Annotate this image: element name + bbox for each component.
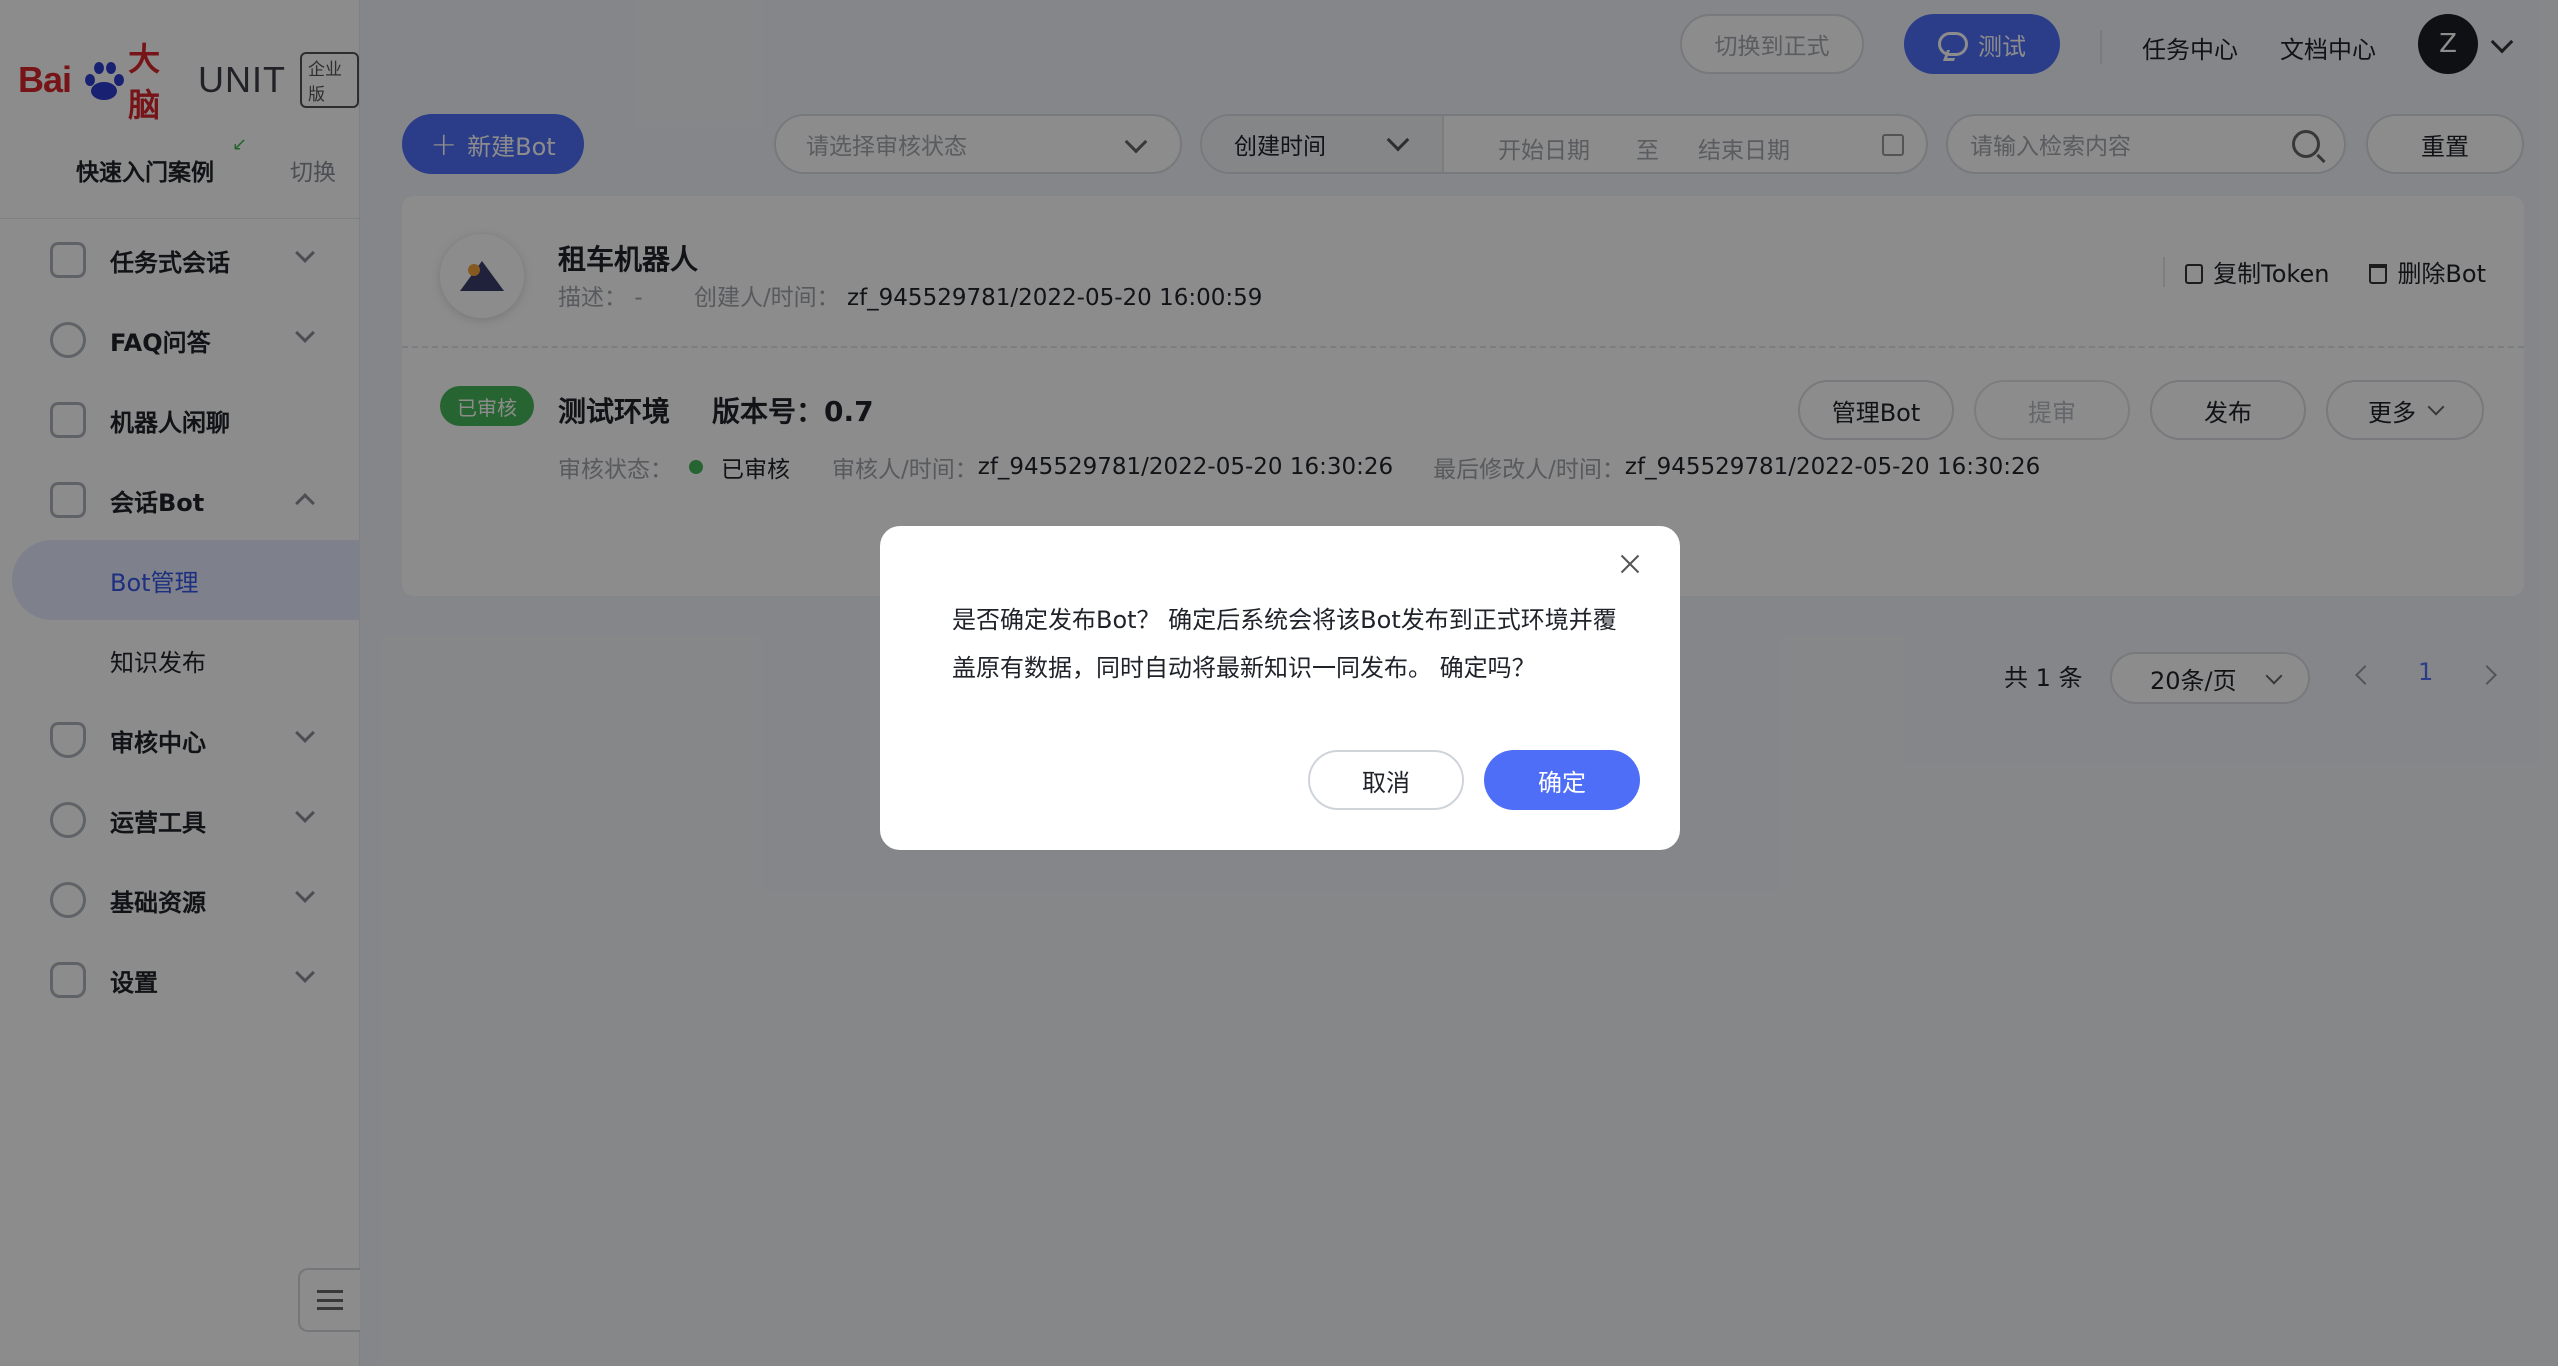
cancel-button[interactable]: 取消 (1308, 750, 1464, 810)
dialog-message: 是否确定发布Bot？ 确定后系统会将该Bot发布到正式环境并覆盖原有数据，同时自… (952, 606, 1617, 682)
close-icon[interactable] (1616, 550, 1644, 578)
publish-confirm-dialog: 是否确定发布Bot？ 确定后系统会将该Bot发布到正式环境并覆盖原有数据，同时自… (880, 526, 1680, 850)
confirm-button[interactable]: 确定 (1484, 750, 1640, 810)
